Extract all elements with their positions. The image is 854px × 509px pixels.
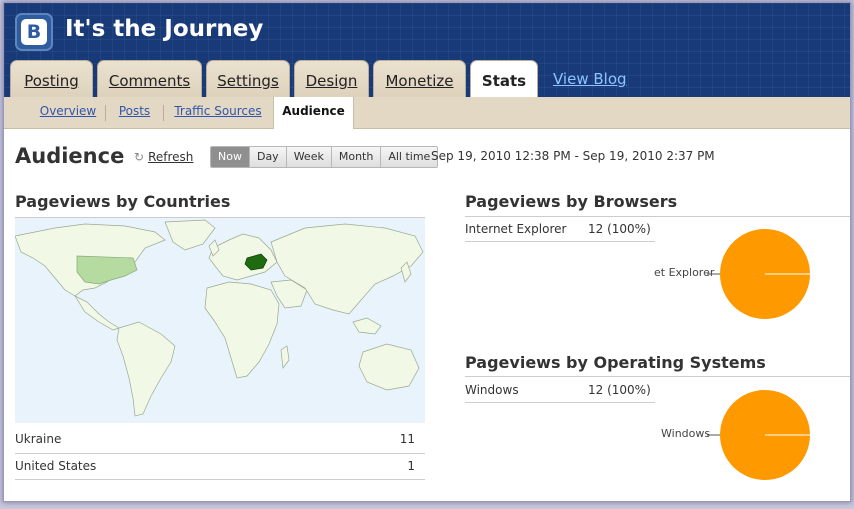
os-pie-label: Windows (661, 427, 711, 440)
country-row: United States 1 (15, 457, 415, 479)
tab-stats[interactable]: Stats (470, 60, 538, 98)
view-blog-link[interactable]: View Blog (553, 70, 627, 88)
section-divider (465, 216, 850, 217)
tab-comments[interactable]: Comments (97, 60, 202, 97)
country-count: 1 (407, 459, 415, 473)
madagascar-shape (280, 345, 290, 369)
subnav-divider (105, 105, 106, 121)
greenland-shape (164, 219, 216, 251)
tab-settings[interactable]: Settings (206, 60, 290, 97)
date-range-text: Sep 19, 2010 12:38 PM - Sep 19, 2010 2:3… (431, 149, 715, 163)
os-title: Pageviews by Operating Systems (465, 353, 766, 372)
range-all-time-button[interactable]: All time (381, 147, 438, 167)
refresh-icon: ↻ (134, 150, 145, 164)
range-now-button[interactable]: Now (211, 147, 250, 167)
range-month-button[interactable]: Month (331, 147, 382, 167)
country-name: United States (15, 459, 97, 473)
subtab-audience[interactable]: Audience (273, 97, 354, 129)
subtab-traffic-sources[interactable]: Traffic Sources (170, 97, 266, 128)
row-divider (15, 479, 425, 480)
refresh-label: Refresh (148, 150, 194, 164)
browsers-title: Pageviews by Browsers (465, 192, 678, 211)
os-pie-chart (707, 390, 810, 480)
australia-shape (358, 343, 420, 391)
page-title: Audience (15, 144, 125, 168)
usa-highlight-shape (76, 255, 138, 285)
world-map[interactable] (14, 217, 425, 423)
row-divider (465, 402, 655, 403)
tab-posting[interactable]: Posting (10, 60, 93, 97)
africa-shape (204, 281, 280, 379)
indonesia-shape (352, 317, 382, 335)
country-count: 11 (399, 432, 415, 446)
countries-title: Pageviews by Countries (15, 192, 231, 211)
time-range-selector: Now Day Week Month All time (210, 146, 439, 168)
stats-subnav: Overview Posts Traffic Sources Audience (4, 97, 850, 129)
country-row: Ukraine 11 (15, 430, 415, 452)
blogger-header: B It's the Journey Posting Comments Sett… (4, 3, 850, 98)
central-america-shape (74, 295, 120, 331)
row-divider (465, 241, 655, 242)
subtab-overview[interactable]: Overview (36, 97, 100, 128)
range-week-button[interactable]: Week (286, 147, 332, 167)
section-divider (465, 376, 850, 377)
refresh-link[interactable]: ↻ Refresh (134, 150, 193, 164)
logo-glyph: B (21, 19, 47, 45)
subnav-divider (163, 105, 164, 121)
os-value: 12 (100%) (588, 383, 651, 397)
os-name: Windows (465, 383, 519, 397)
app-window: B It's the Journey Posting Comments Sett… (4, 3, 850, 501)
browser-name: Internet Explorer (465, 222, 567, 236)
blog-title: It's the Journey (65, 16, 264, 42)
range-day-button[interactable]: Day (249, 147, 287, 167)
europe-shape (208, 233, 278, 281)
tab-monetize[interactable]: Monetize (373, 60, 466, 97)
browser-value: 12 (100%) (588, 222, 651, 236)
south-america-shape (116, 321, 176, 417)
browser-pie-chart (707, 229, 810, 319)
tab-design[interactable]: Design (294, 60, 369, 97)
row-divider (15, 453, 425, 454)
world-map-svg (14, 219, 424, 417)
blogger-logo-icon[interactable]: B (15, 13, 53, 51)
country-name: Ukraine (15, 432, 62, 446)
subtab-posts[interactable]: Posts (112, 97, 157, 128)
